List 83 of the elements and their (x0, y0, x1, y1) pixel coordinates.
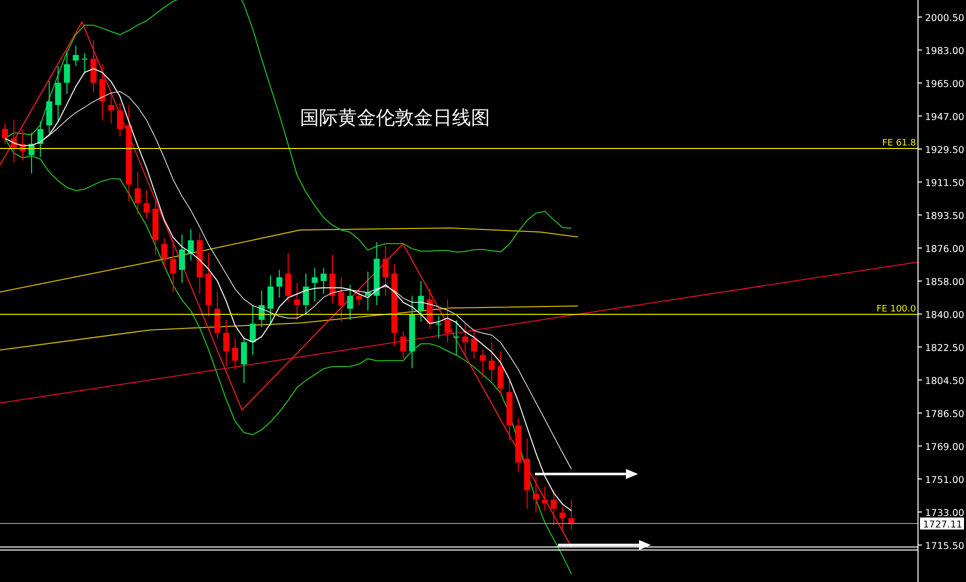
candlestick (382, 245, 389, 296)
candlestick (144, 190, 150, 218)
candlestick (20, 128, 26, 162)
candlestick (320, 268, 327, 294)
price-tick-label: 1911.50 (925, 178, 964, 189)
candlestick (117, 102, 124, 137)
candlestick (302, 273, 309, 315)
candlestick (28, 132, 35, 174)
candlestick (488, 342, 495, 382)
price-tick-label: 1965.00 (925, 79, 964, 90)
candlestick (2, 123, 8, 144)
candlestick (542, 486, 548, 512)
candlestick (498, 350, 504, 394)
price-tick-label: 1876.00 (925, 244, 964, 255)
candlestick (400, 330, 406, 360)
candlestick (550, 490, 557, 526)
candlestick (10, 119, 17, 163)
candlestick (506, 380, 512, 441)
candlestick (64, 50, 70, 94)
current-price-tag: 1727.11 (920, 518, 964, 530)
candlestick (82, 52, 88, 74)
price-tick-label: 1893.50 (925, 211, 964, 222)
price-tick-label: 1804.50 (925, 376, 964, 387)
candlestick (285, 252, 292, 302)
candlestick (276, 269, 282, 298)
candlestick (179, 234, 185, 284)
candlestick (374, 242, 380, 306)
candlestick (294, 282, 300, 320)
price-tick-label: 1983.00 (925, 46, 964, 57)
candlestick (462, 323, 468, 356)
candlestick (240, 336, 247, 384)
chart-title: 国际黄金伦敦金日线图 (300, 107, 490, 129)
candlestick (37, 121, 44, 158)
candlestick (312, 268, 318, 302)
candlestick (329, 254, 336, 304)
candlestick (46, 80, 52, 134)
price-tick-label: 1786.50 (925, 409, 964, 420)
candlestick (170, 240, 176, 293)
candlestick (436, 316, 442, 339)
candlestick (206, 252, 212, 317)
candlestick (232, 338, 238, 370)
candlestick (356, 288, 362, 306)
price-tick-label: 1858.00 (925, 277, 964, 288)
candlestick (524, 438, 530, 510)
candlestick (55, 66, 62, 122)
price-tick-label: 1929.50 (925, 145, 964, 156)
candlestick (364, 271, 371, 312)
candlestick (223, 319, 230, 367)
candlestick (152, 198, 158, 256)
candlestick (560, 506, 566, 530)
candlestick (258, 290, 265, 328)
candlestick (214, 292, 220, 339)
price-tick-label: 1822.50 (925, 343, 964, 354)
candlestick (268, 274, 274, 326)
candlestick (90, 40, 96, 93)
price-tick-label: 1715.50 (925, 541, 964, 552)
candlestick (347, 284, 354, 320)
price-tick-label: 1947.00 (925, 112, 964, 123)
fibonacci-level-label: FE 100.0 (876, 304, 916, 314)
candlestick (568, 499, 574, 530)
price-tick-label: 1769.00 (925, 442, 964, 453)
candlestick (480, 349, 486, 378)
candlestick (188, 228, 194, 262)
price-tick-label: 1840.00 (925, 310, 964, 321)
candlestick (515, 418, 522, 472)
candlestick (134, 171, 141, 215)
candlestick (338, 276, 344, 322)
candlestick (99, 64, 106, 120)
candlestick (250, 304, 256, 356)
candlestick (72, 45, 79, 67)
price-tick-label: 1733.00 (925, 508, 964, 519)
candlestick (108, 93, 114, 124)
candlestick (444, 299, 450, 343)
candlestick (533, 476, 539, 514)
candlestick (161, 238, 168, 269)
candlestick (471, 328, 478, 360)
candlestick (453, 319, 460, 356)
fibonacci-level-label: FE 61.8 (882, 138, 916, 149)
price-tick-label: 1751.00 (925, 475, 964, 486)
candlestick (196, 232, 203, 294)
candlestick (426, 288, 433, 330)
price-tick-label: 2000.50 (925, 13, 964, 24)
candlestick (418, 280, 424, 322)
